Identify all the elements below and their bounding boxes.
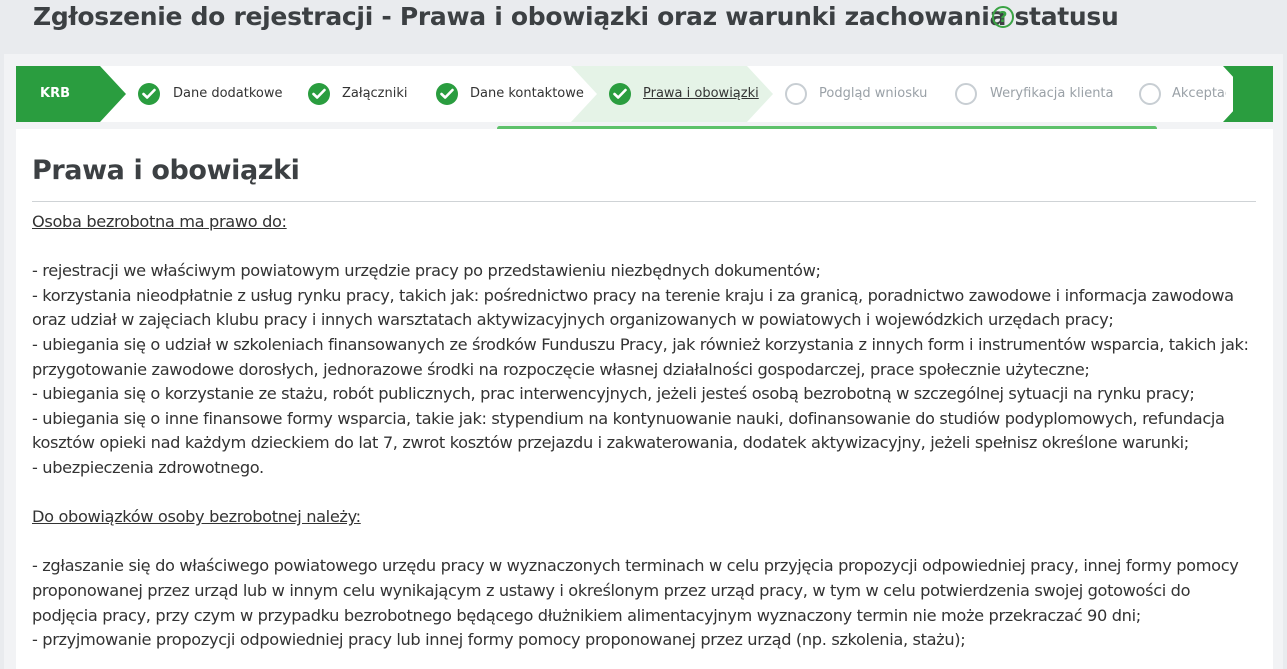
rights-heading: Osoba bezrobotna ma prawo do: <box>32 212 287 231</box>
check-circle-icon <box>609 83 631 105</box>
rights-item: - ubiegania się o udział w szkoleniach f… <box>32 334 1249 379</box>
rights-item: - ubezpieczenia zdrowotnego. <box>32 457 264 477</box>
step-weryfikacja-klienta[interactable]: Weryfikacja klienta <box>919 66 1129 122</box>
step-dane-kontaktowe[interactable]: Dane kontaktowe <box>402 66 599 122</box>
step-label: Załączniki <box>342 86 408 101</box>
stepper-end <box>1233 66 1273 122</box>
step-label: Podgląd wniosku <box>819 86 928 101</box>
empty-circle-icon <box>955 83 977 105</box>
check-circle-icon <box>308 83 330 105</box>
duties-item: - zgłaszanie się do właściwego powiatowe… <box>32 556 1239 625</box>
rights-item: - rejestracji we właściwym powiatowym ur… <box>32 261 821 281</box>
step-label: Dane kontaktowe <box>470 86 584 101</box>
duties-heading: Do obowiązków osoby bezrobotnej należy: <box>32 507 361 527</box>
rights-block: Osoba bezrobotna ma prawo do: - rejestra… <box>32 210 1252 653</box>
step-label: Weryfikacja klienta <box>990 86 1114 101</box>
step-prawa-i-obowiazki[interactable]: Prawa i obowiązki <box>571 66 775 122</box>
step-dane-dodatkowe[interactable]: Dane dodatkowe <box>100 66 300 122</box>
step-krb[interactable]: KRB <box>16 66 104 122</box>
step-label: Dane dodatkowe <box>173 86 283 101</box>
page-header: Zgłoszenie do rejestracji - Prawa i obow… <box>0 0 1287 40</box>
wizard-stepper: KRB Dane dodatkowe Załączniki Dane konta… <box>16 66 1273 122</box>
help-icon[interactable]: ? <box>992 6 1014 28</box>
rights-item: - ubiegania się o korzystanie ze stażu, … <box>32 384 1195 404</box>
section-heading: Prawa i obowiązki <box>32 155 300 186</box>
check-circle-icon <box>138 83 160 105</box>
step-label: Akceptacja <box>1172 86 1225 101</box>
page-title: Zgłoszenie do rejestracji - Prawa i obow… <box>33 2 1119 31</box>
rights-item: - ubiegania się o inne finansowe formy w… <box>32 408 1225 453</box>
duties-item: - przyjmowanie propozycji odpowiedniej p… <box>32 630 966 650</box>
empty-circle-icon <box>785 83 807 105</box>
step-label: Prawa i obowiązki <box>643 86 759 101</box>
empty-circle-icon <box>1139 83 1161 105</box>
rights-item: - korzystania nieodpłatnie z usług rynku… <box>32 285 1234 330</box>
divider <box>32 201 1256 202</box>
check-circle-icon <box>436 83 458 105</box>
step-podglad-wniosku[interactable]: Podgląd wniosku <box>747 66 947 122</box>
